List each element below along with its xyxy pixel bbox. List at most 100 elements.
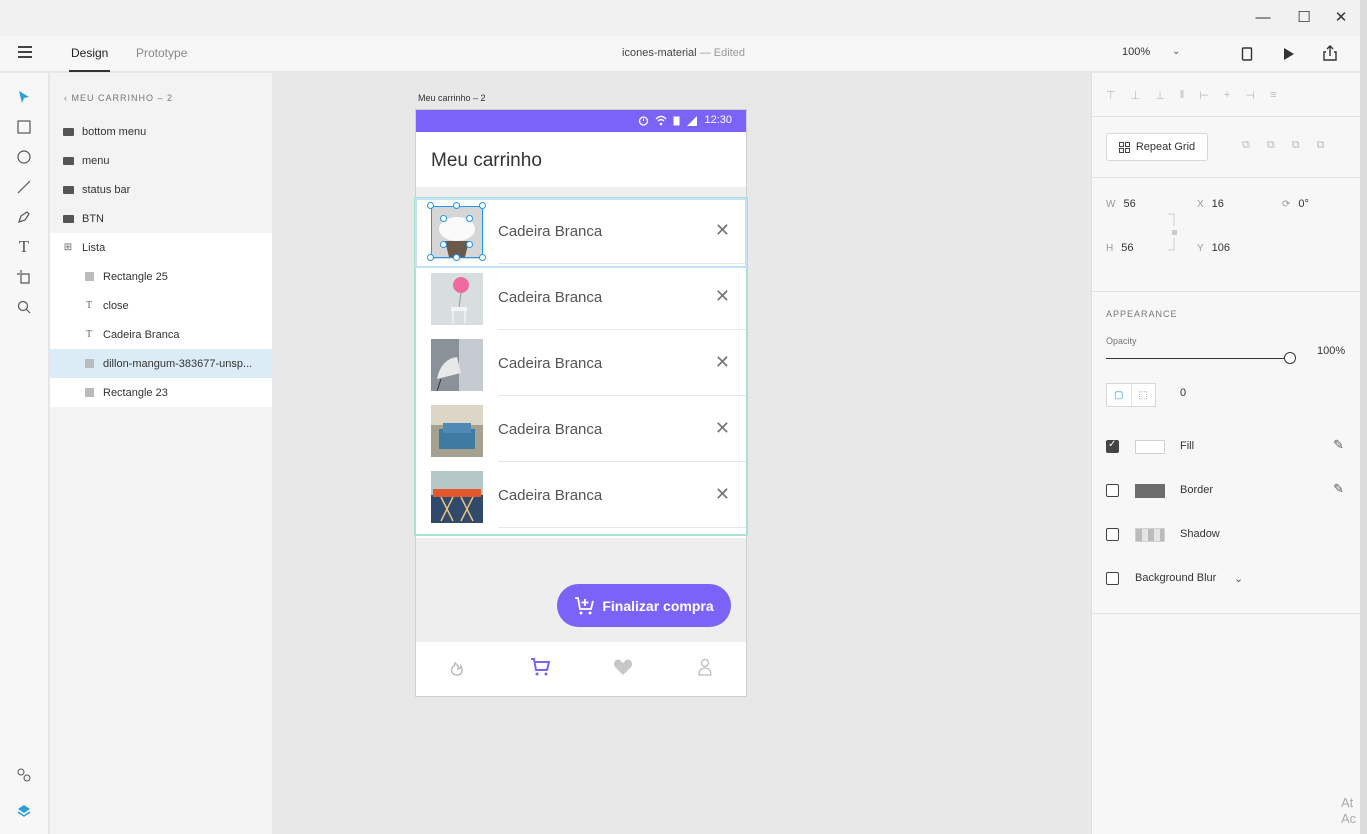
- width-field[interactable]: W 56: [1106, 198, 1136, 210]
- background-blur-chevron-icon[interactable]: ⌄: [1234, 572, 1243, 585]
- radius-handle[interactable]: [440, 215, 447, 222]
- rotation-field[interactable]: ⟳ 0°: [1282, 198, 1309, 210]
- border-label: Border: [1180, 484, 1214, 496]
- share-icon[interactable]: [1322, 45, 1338, 61]
- layers-icon[interactable]: [12, 799, 36, 823]
- layer-item[interactable]: T Cadeira Branca: [50, 320, 272, 349]
- radius-handle[interactable]: [440, 241, 447, 248]
- artboard-icon[interactable]: [12, 265, 36, 289]
- line-icon[interactable]: [12, 175, 36, 199]
- artboard-label[interactable]: Meu carrinho – 2: [418, 93, 486, 103]
- pen-icon[interactable]: [12, 205, 36, 229]
- close-window-button[interactable]: ✕: [1326, 8, 1356, 28]
- rotation-value[interactable]: 0°: [1298, 198, 1309, 210]
- image-selection-box[interactable]: [431, 206, 483, 258]
- exclude-boolean-icon[interactable]: ⧉: [1317, 139, 1325, 152]
- y-field[interactable]: Y 106: [1197, 242, 1230, 254]
- opacity-slider-handle[interactable]: [1284, 352, 1296, 364]
- ellipse-icon[interactable]: [12, 145, 36, 169]
- height-field[interactable]: H 56: [1106, 242, 1133, 254]
- transform-section: W 56 X 16 ⟳ 0° H 56 Y 106: [1092, 178, 1361, 292]
- layer-item[interactable]: Rectangle 23: [50, 378, 272, 407]
- layer-item[interactable]: BTN: [50, 204, 272, 233]
- resize-handle[interactable]: [427, 202, 434, 209]
- uniform-radius-icon[interactable]: ▢: [1107, 384, 1131, 406]
- lock-aspect-icon[interactable]: [1168, 212, 1180, 252]
- device-preview-icon[interactable]: [1241, 47, 1253, 61]
- width-label: W: [1106, 199, 1116, 210]
- y-value[interactable]: 106: [1212, 242, 1230, 254]
- corner-radius-toggle[interactable]: ▢ ⬚: [1106, 383, 1156, 407]
- x-field[interactable]: X 16: [1197, 198, 1224, 210]
- resize-handle[interactable]: [479, 202, 486, 209]
- fill-checkbox[interactable]: [1106, 439, 1119, 453]
- layer-item[interactable]: menu: [50, 146, 272, 175]
- play-icon[interactable]: [1283, 47, 1295, 61]
- layer-item[interactable]: Rectangle 25: [50, 262, 272, 291]
- border-eyedropper-icon[interactable]: ✎: [1333, 481, 1344, 497]
- battery-icon: [673, 116, 680, 125]
- add-boolean-icon[interactable]: ⧉: [1242, 139, 1250, 152]
- distribute-vertical-icon[interactable]: ‖: [1180, 89, 1185, 102]
- resize-handle[interactable]: [453, 254, 460, 261]
- align-middle-icon[interactable]: ⊥: [1131, 89, 1141, 102]
- fill-swatch[interactable]: [1135, 440, 1165, 454]
- radius-handle[interactable]: [466, 215, 473, 222]
- shadow-swatch[interactable]: [1135, 528, 1165, 542]
- border-checkbox[interactable]: [1106, 484, 1119, 497]
- intersect-boolean-icon[interactable]: ⧉: [1292, 139, 1300, 152]
- select-arrow-icon[interactable]: [12, 85, 36, 109]
- opacity-value[interactable]: 100%: [1317, 345, 1345, 357]
- checkout-fab-button[interactable]: Finalizar compra: [557, 584, 731, 627]
- shadow-checkbox[interactable]: [1106, 528, 1119, 541]
- resize-handle[interactable]: [453, 202, 460, 209]
- status-bar: 12:30: [416, 110, 746, 132]
- nav-heart-icon[interactable]: [613, 658, 633, 681]
- layer-item[interactable]: dillon-mangum-383677-unsp...: [50, 349, 272, 378]
- window-scrollbar[interactable]: [1360, 0, 1367, 834]
- resize-handle[interactable]: [479, 254, 486, 261]
- repeat-grid-label: Repeat Grid: [1135, 141, 1196, 153]
- background-blur-checkbox[interactable]: [1106, 572, 1119, 585]
- repeat-grid-button[interactable]: Repeat Grid: [1106, 133, 1208, 161]
- layer-label: close: [103, 299, 129, 312]
- nav-cart-icon[interactable]: [530, 658, 551, 681]
- fill-eyedropper-icon[interactable]: ✎: [1333, 437, 1344, 453]
- layer-item[interactable]: bottom menu: [50, 117, 272, 146]
- distribute-horizontal-icon[interactable]: ≡: [1270, 89, 1276, 102]
- zoom-level[interactable]: 100%: [1122, 46, 1150, 58]
- height-value[interactable]: 56: [1121, 242, 1133, 254]
- rectangle-icon[interactable]: [12, 115, 36, 139]
- layer-item[interactable]: Tclose: [50, 291, 272, 320]
- align-top-icon[interactable]: ⊤: [1106, 89, 1116, 102]
- zoom-icon[interactable]: [12, 295, 36, 319]
- folder-icon: [62, 156, 74, 166]
- radius-handle[interactable]: [466, 241, 473, 248]
- align-bottom-icon[interactable]: ⊥: [1155, 89, 1165, 102]
- appearance-header: APPEARANCE: [1106, 309, 1178, 319]
- corner-radius-value[interactable]: 0: [1180, 387, 1186, 399]
- x-value[interactable]: 16: [1212, 198, 1224, 210]
- align-center-icon[interactable]: +: [1224, 89, 1230, 102]
- layers-back-breadcrumb[interactable]: ‹ MEU CARRINHO – 2: [64, 93, 173, 103]
- nav-fire-icon[interactable]: [449, 658, 465, 681]
- per-corner-radius-icon[interactable]: ⬚: [1130, 384, 1156, 406]
- border-swatch[interactable]: [1135, 484, 1165, 498]
- text-icon[interactable]: T: [12, 235, 36, 259]
- maximize-button[interactable]: ☐: [1289, 8, 1319, 28]
- align-right-icon[interactable]: ⊣: [1245, 89, 1255, 102]
- width-value[interactable]: 56: [1123, 198, 1135, 210]
- subtract-boolean-icon[interactable]: ⧉: [1267, 139, 1275, 152]
- layer-label: Lista: [82, 241, 106, 254]
- layer-item[interactable]: ⊞ Lista: [50, 233, 272, 262]
- opacity-slider[interactable]: [1106, 358, 1292, 359]
- layer-label: BTN: [82, 212, 104, 225]
- minimize-button[interactable]: —: [1248, 8, 1278, 28]
- resize-handle[interactable]: [427, 254, 434, 261]
- align-left-icon[interactable]: ⊢: [1199, 89, 1209, 102]
- assets-icon[interactable]: [12, 763, 36, 787]
- nav-profile-icon[interactable]: [697, 658, 713, 681]
- height-label: H: [1106, 243, 1114, 254]
- zoom-chevron-down-icon[interactable]: ⌄: [1172, 46, 1180, 57]
- layer-item[interactable]: status bar: [50, 175, 272, 204]
